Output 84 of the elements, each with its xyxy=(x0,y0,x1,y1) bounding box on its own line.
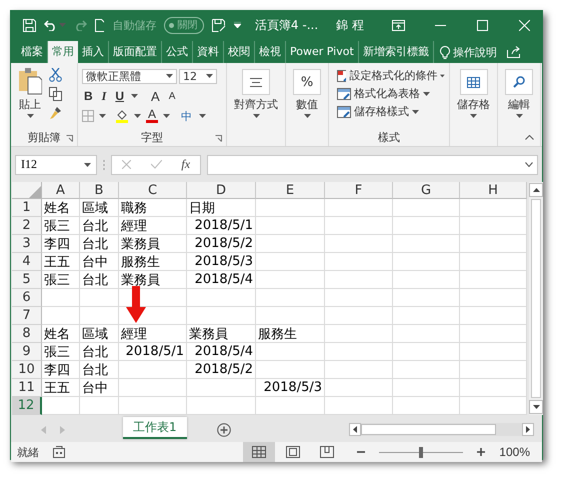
table-cell: 2018/5/1 xyxy=(119,343,187,361)
table-cell: 姓名 xyxy=(42,199,80,217)
column-header[interactable]: D xyxy=(187,182,256,199)
table-cell: 日期 xyxy=(187,199,256,217)
column-header[interactable]: C xyxy=(119,182,187,199)
name-box[interactable]: I12 xyxy=(15,154,97,174)
table-cell: 台中 xyxy=(80,379,119,397)
table-cell: 2018/5/2 xyxy=(187,235,256,253)
row-header[interactable]: 3 xyxy=(12,235,42,253)
styles-menu-item[interactable]: 設定格式化的條件 xyxy=(337,67,445,84)
row-header[interactable]: 12 xyxy=(12,397,42,415)
group-label: 剪貼簿 xyxy=(28,131,60,144)
group-label: 字型 xyxy=(141,131,163,144)
font-size-field[interactable]: 12 xyxy=(179,68,217,84)
table-cell: 2018/5/1 xyxy=(187,217,256,235)
insert-function-button[interactable]: fx xyxy=(181,157,190,172)
row-header[interactable]: 7 xyxy=(12,307,42,325)
zoom-level[interactable]: 100% xyxy=(499,445,530,459)
table-cell: 姓名 xyxy=(42,325,80,343)
row-header[interactable]: 2 xyxy=(12,217,42,235)
decrease-font-button[interactable]: A xyxy=(166,90,178,102)
font-color-button[interactable]: A xyxy=(146,109,158,123)
column-header[interactable]: E xyxy=(256,182,325,199)
table-cell: 李四 xyxy=(42,361,80,379)
paste-button[interactable]: 貼上 xyxy=(15,67,45,130)
group-label: 樣式 xyxy=(378,131,400,144)
row-header[interactable]: 11 xyxy=(12,379,42,397)
row-header[interactable]: 8 xyxy=(12,325,42,343)
table-cell: 張三 xyxy=(42,217,80,235)
table-cell: 服務生 xyxy=(119,253,187,271)
row-header[interactable]: 1 xyxy=(12,199,42,217)
table-cell: 服務生 xyxy=(256,325,325,343)
table-cell: 台北 xyxy=(80,361,119,379)
table-cell: 台北 xyxy=(80,217,119,235)
table-cell: 業務員 xyxy=(187,325,256,343)
table-cell: 台北 xyxy=(80,343,119,361)
row-header[interactable]: 9 xyxy=(12,343,42,361)
column-header[interactable]: G xyxy=(393,182,460,199)
table-cell: 台中 xyxy=(80,253,119,271)
window-title: 活頁簿4 -... xyxy=(254,16,318,34)
row-header[interactable]: 10 xyxy=(12,361,42,379)
table-cell: 2018/5/3 xyxy=(256,379,325,397)
cells-button[interactable]: 儲存格 xyxy=(454,69,493,118)
row-header[interactable]: 4 xyxy=(12,253,42,271)
column-header[interactable]: A xyxy=(42,182,80,199)
font-name-field[interactable]: 微軟正黑體 xyxy=(82,68,177,84)
table-cell: 區域 xyxy=(80,325,119,343)
table-cell: 台北 xyxy=(80,235,119,253)
table-cell: 經理 xyxy=(119,217,187,235)
table-cell: 李四 xyxy=(42,235,80,253)
table-cell: 2018/5/4 xyxy=(187,271,256,289)
increase-font-button[interactable]: A xyxy=(149,88,162,104)
editing-button[interactable]: 編輯 xyxy=(502,69,536,118)
table-cell: 職務 xyxy=(119,199,187,217)
italic-button[interactable]: I xyxy=(100,88,108,104)
table-cell: 2018/5/2 xyxy=(187,361,256,379)
autosave-label: 自動儲存 xyxy=(112,18,156,32)
alignment-button[interactable]: 對齊方式 xyxy=(231,69,281,118)
table-cell: 台北 xyxy=(80,271,119,289)
user-name[interactable]: 錦 程 xyxy=(336,16,364,34)
bold-button[interactable]: B xyxy=(82,89,95,103)
sheet-tab[interactable]: 工作表1 xyxy=(123,417,187,439)
table-cell: 王五 xyxy=(42,253,80,271)
table-cell: 張三 xyxy=(42,271,80,289)
number-button[interactable]: % 數值 xyxy=(290,69,324,118)
ribbon-tab[interactable]: 常用 xyxy=(48,41,78,63)
table-cell: 張三 xyxy=(42,343,80,361)
table-cell: 業務員 xyxy=(119,235,187,253)
column-header[interactable]: B xyxy=(80,182,119,199)
table-cell: 2018/5/4 xyxy=(187,343,256,361)
column-header[interactable]: F xyxy=(325,182,393,199)
table-cell: 王五 xyxy=(42,379,80,397)
status-text: 就緒 xyxy=(17,444,39,460)
row-header[interactable]: 6 xyxy=(12,289,42,307)
styles-menu-item[interactable]: 格式化為表格 xyxy=(337,85,445,102)
table-cell: 2018/5/3 xyxy=(187,253,256,271)
column-header[interactable]: H xyxy=(460,182,527,199)
styles-menu-item[interactable]: 儲存格樣式 xyxy=(337,103,445,120)
underline-button[interactable]: U xyxy=(113,89,126,103)
table-cell: 經理 xyxy=(119,325,187,343)
row-header[interactable]: 5 xyxy=(12,271,42,289)
tell-me-field[interactable]: 操作說明 xyxy=(452,44,497,60)
phonetic-button[interactable]: 中 xyxy=(179,108,194,124)
table-cell: 區域 xyxy=(80,199,119,217)
